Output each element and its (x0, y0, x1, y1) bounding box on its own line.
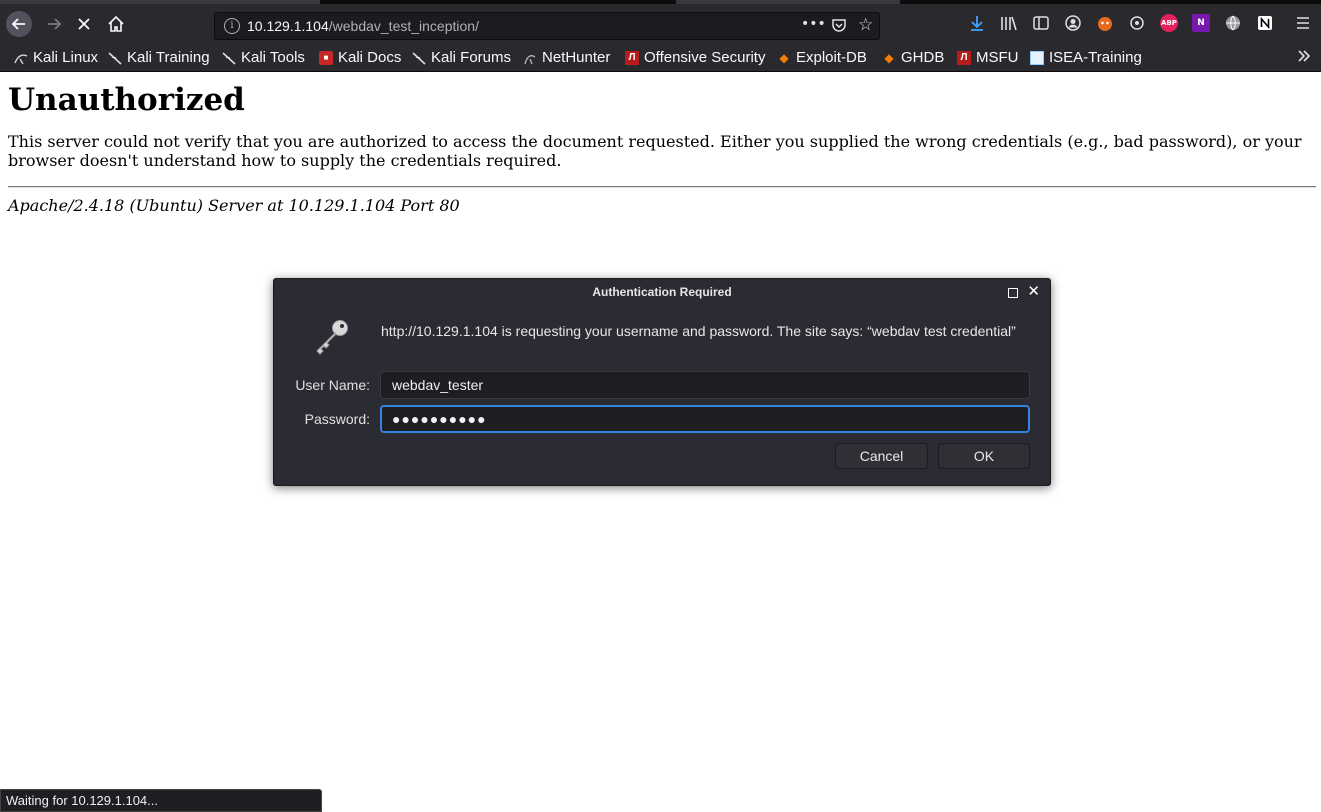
key-icon (316, 320, 348, 355)
auth-dialog: Authentication Required ✕ http://10.129.… (273, 278, 1051, 486)
back-button[interactable] (6, 11, 32, 37)
adblock-plus-icon[interactable]: ABP (1160, 14, 1178, 32)
divider (8, 186, 1316, 188)
dialog-title: Authentication Required (592, 285, 732, 299)
dialog-message: http://10.129.1.104 is requesting your u… (381, 323, 1016, 339)
tab[interactable] (0, 0, 320, 4)
close-icon[interactable]: ✕ (1027, 282, 1040, 300)
bookmark-exploit-db[interactable]: ◆ Exploit-DB (777, 49, 866, 66)
offsec-icon: Л (625, 50, 639, 65)
bookmark-isea-training[interactable]: ISEA-Training (1030, 49, 1142, 66)
username-value: webdav_tester (392, 377, 484, 393)
pocket-icon[interactable] (831, 17, 847, 37)
browser-toolbar: i 10.129.1.104/webdav_test_inception/ ••… (0, 0, 1321, 44)
settings-gear-icon[interactable] (1128, 14, 1146, 32)
username-label: User Name: (295, 377, 370, 393)
page-actions-icon[interactable]: ••• (801, 16, 826, 32)
account-icon[interactable] (1064, 14, 1082, 32)
kali-icon (108, 51, 122, 65)
foxyproxy-icon[interactable] (1096, 14, 1114, 32)
isea-icon (1030, 50, 1044, 65)
home-icon (108, 15, 124, 32)
bookmark-ghdb[interactable]: ◆ GHDB (882, 49, 944, 66)
chevron-double-right-icon[interactable] (1297, 48, 1311, 67)
extension-globe-icon[interactable] (1224, 14, 1242, 32)
onenote-icon[interactable]: N (1192, 14, 1210, 32)
status-bar: Waiting for 10.129.1.104... (0, 789, 322, 812)
stop-button[interactable] (70, 10, 98, 38)
arrow-right-icon (48, 18, 62, 30)
kali-icon (222, 51, 236, 65)
kali-icon (14, 51, 28, 65)
sidebar-icon[interactable] (1032, 14, 1050, 32)
info-icon[interactable]: i (224, 18, 240, 34)
bookmark-star-icon[interactable]: ☆ (858, 15, 873, 35)
cancel-button[interactable]: Cancel (835, 443, 928, 469)
exploitdb-icon: ◆ (779, 50, 789, 65)
menu-hamburger-icon[interactable] (1294, 14, 1312, 32)
offsec-icon: Л (957, 50, 971, 65)
arrow-left-icon (11, 18, 25, 30)
username-field[interactable]: webdav_tester (380, 371, 1030, 399)
bookmark-kali-docs[interactable]: ■ Kali Docs (319, 49, 401, 66)
bookmark-kali-forums[interactable]: Kali Forums (412, 49, 511, 66)
home-button[interactable] (102, 10, 130, 38)
downloads-icon[interactable] (968, 14, 986, 32)
bookmark-offensive-security[interactable]: Л Offensive Security (625, 49, 765, 66)
maximize-icon[interactable] (1008, 288, 1018, 298)
password-label: Password: (304, 411, 370, 427)
bookmarks-toolbar: Kali Linux Kali Training Kali Tools ■ Kal… (0, 44, 1321, 72)
tab[interactable] (676, 0, 900, 4)
server-signature: Apache/2.4.18 (Ubuntu) Server at 10.129.… (8, 196, 460, 215)
forward-button[interactable] (40, 10, 68, 38)
ok-button[interactable]: OK (938, 443, 1030, 469)
bookmark-kali-tools[interactable]: Kali Tools (222, 49, 305, 66)
stop-icon (78, 18, 90, 30)
page-content: Unauthorized This server could not verif… (8, 72, 1316, 215)
password-value: ●●●●●●●●●● (392, 411, 487, 427)
page-title: Unauthorized (8, 82, 245, 118)
bookmark-kali-linux[interactable]: Kali Linux (14, 49, 98, 66)
error-message: This server could not verify that you ar… (8, 132, 1302, 170)
kali-icon (412, 51, 426, 65)
nethunter-icon (523, 51, 537, 65)
kali-docs-icon: ■ (319, 50, 333, 65)
url-text[interactable]: 10.129.1.104/webdav_test_inception/ (247, 18, 479, 34)
library-icon[interactable] (1000, 14, 1018, 32)
url-path: /webdav_test_inception/ (328, 18, 479, 34)
bookmark-msfu[interactable]: Л MSFU (957, 49, 1019, 66)
bookmark-nethunter[interactable]: NetHunter (523, 49, 610, 66)
exploitdb-icon: ◆ (884, 50, 894, 65)
url-host: 10.129.1.104 (247, 18, 329, 34)
tab-strip (0, 0, 1321, 4)
bookmark-kali-training[interactable]: Kali Training (108, 49, 210, 66)
url-bar[interactable]: i 10.129.1.104/webdav_test_inception/ ••… (214, 12, 880, 40)
notion-icon[interactable] (1256, 14, 1274, 32)
password-field[interactable]: ●●●●●●●●●● (380, 405, 1030, 433)
